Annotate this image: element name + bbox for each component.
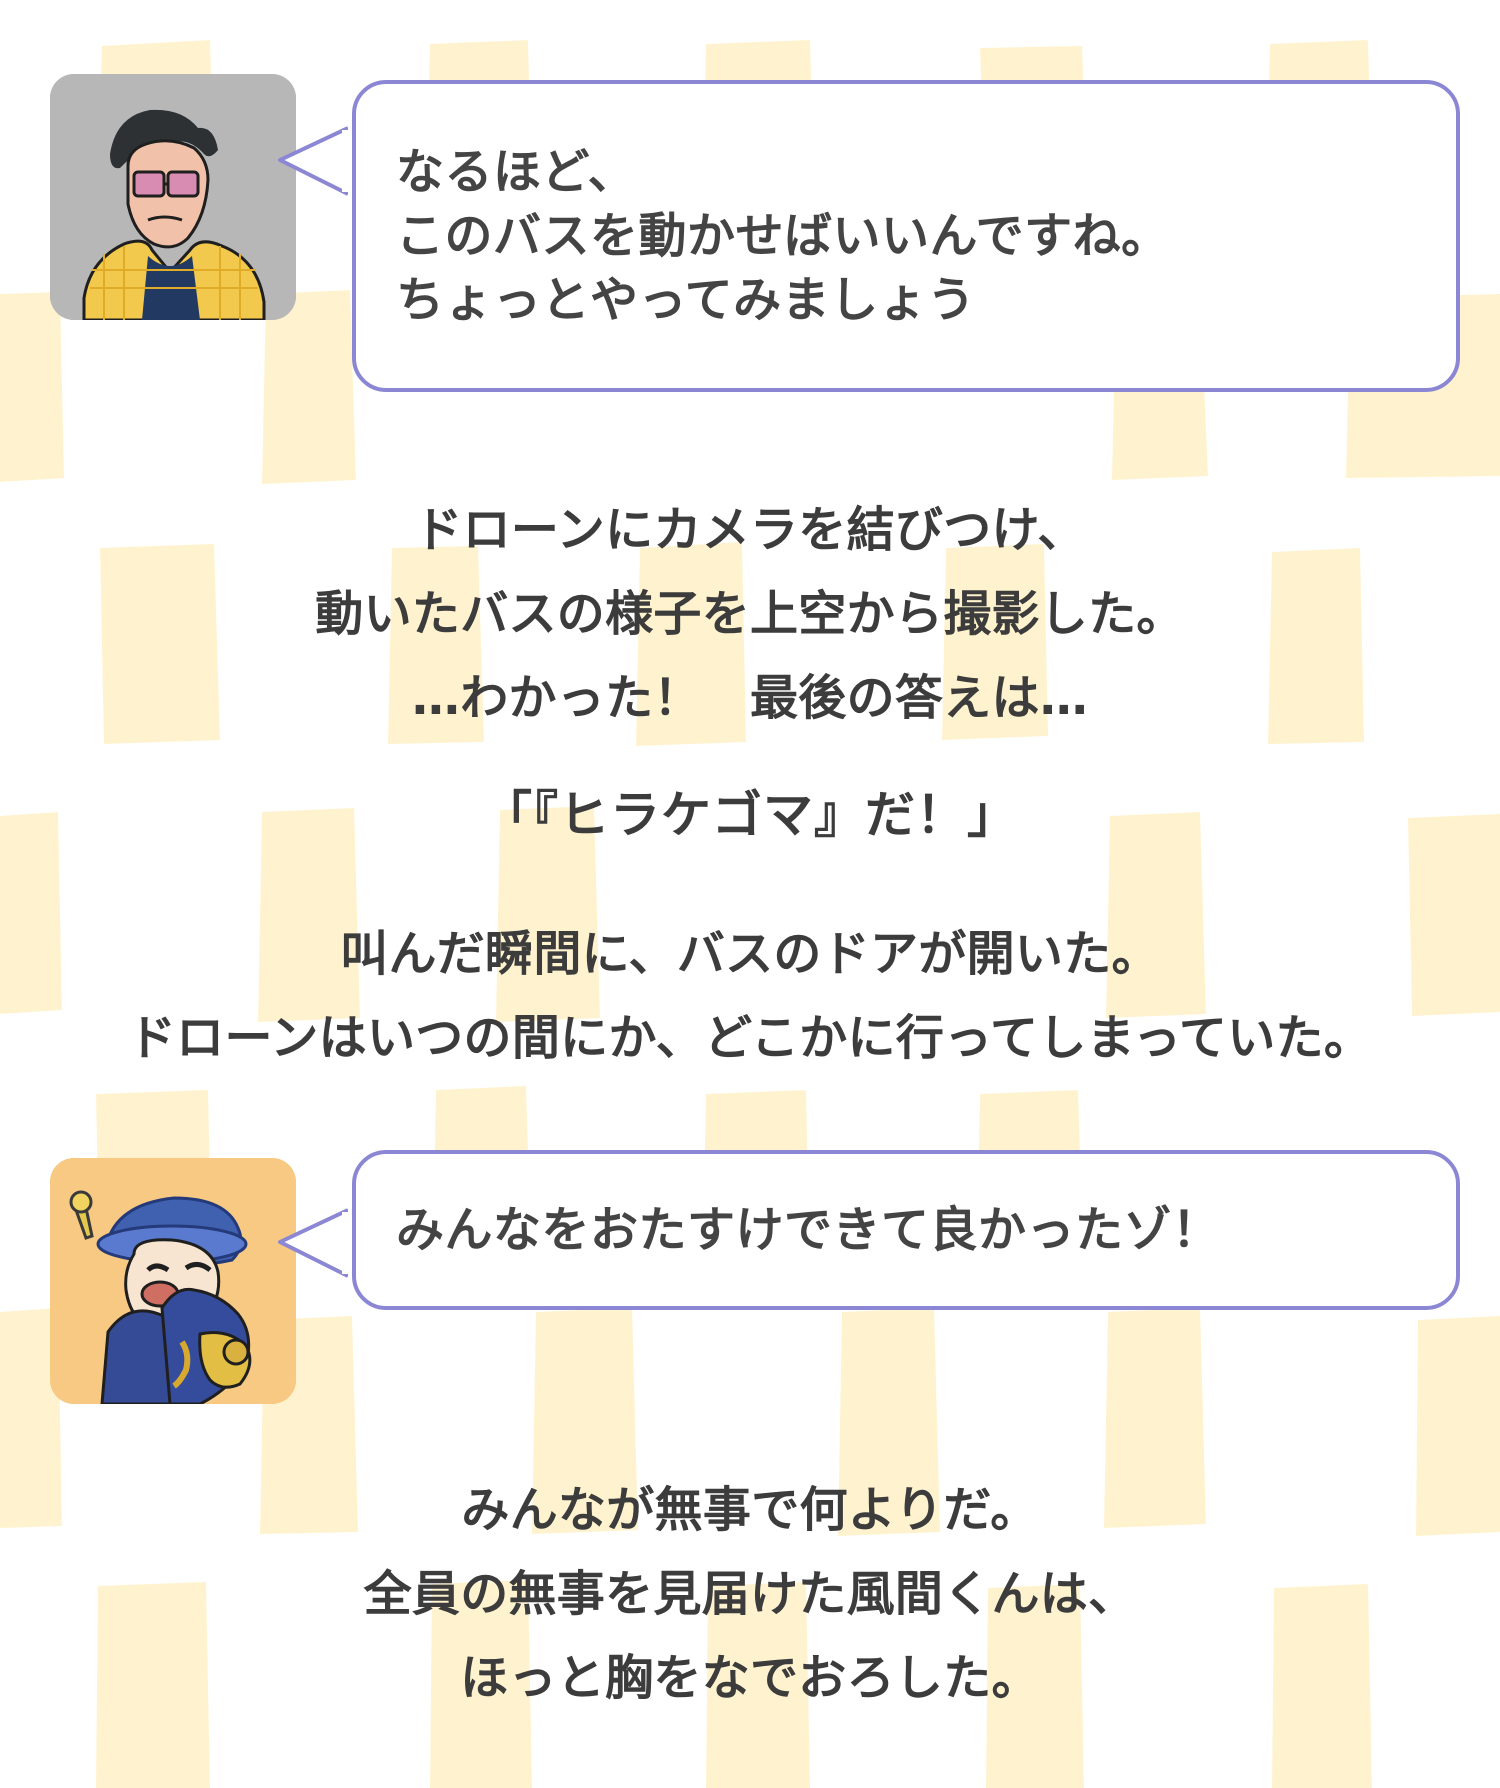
- shinchan-icon: [50, 1158, 296, 1404]
- story-page: なるほど、 このバスを動かせばいいんですね。 ちょっとやってみましょう ドローン…: [0, 0, 1500, 1788]
- old-man-icon: [50, 74, 296, 320]
- speech-bubble: なるほど、 このバスを動かせばいいんですね。 ちょっとやってみましょう: [352, 80, 1460, 392]
- narration-text: 叫んだ瞬間に、バスのドアが開いた。 ドローンはいつの間にか、どこかに行ってしまっ…: [127, 926, 1373, 1066]
- narration-text: みんなが無事で何よりだ。 全員の無事を見届けた風間くんは、 ほっと胸をなでおろし…: [363, 1482, 1137, 1706]
- speaker-avatar: [50, 74, 296, 320]
- quote-text: 「『ヒラケゴマ』だ！」: [482, 786, 1018, 844]
- dialogue-text: なるほど、 このバスを動かせばいいんですね。 ちょっとやってみましょう: [396, 144, 1170, 328]
- narration-text: ドローンにカメラを結びつけ、 動いたバスの様子を上空から撮影した。 …わかった！…: [315, 502, 1185, 726]
- dialogue-text: みんなをおたすけできて良かったゾ！: [396, 1202, 1221, 1258]
- speaker-avatar: [50, 1158, 296, 1404]
- speech-bubble: みんなをおたすけできて良かったゾ！: [352, 1150, 1460, 1310]
